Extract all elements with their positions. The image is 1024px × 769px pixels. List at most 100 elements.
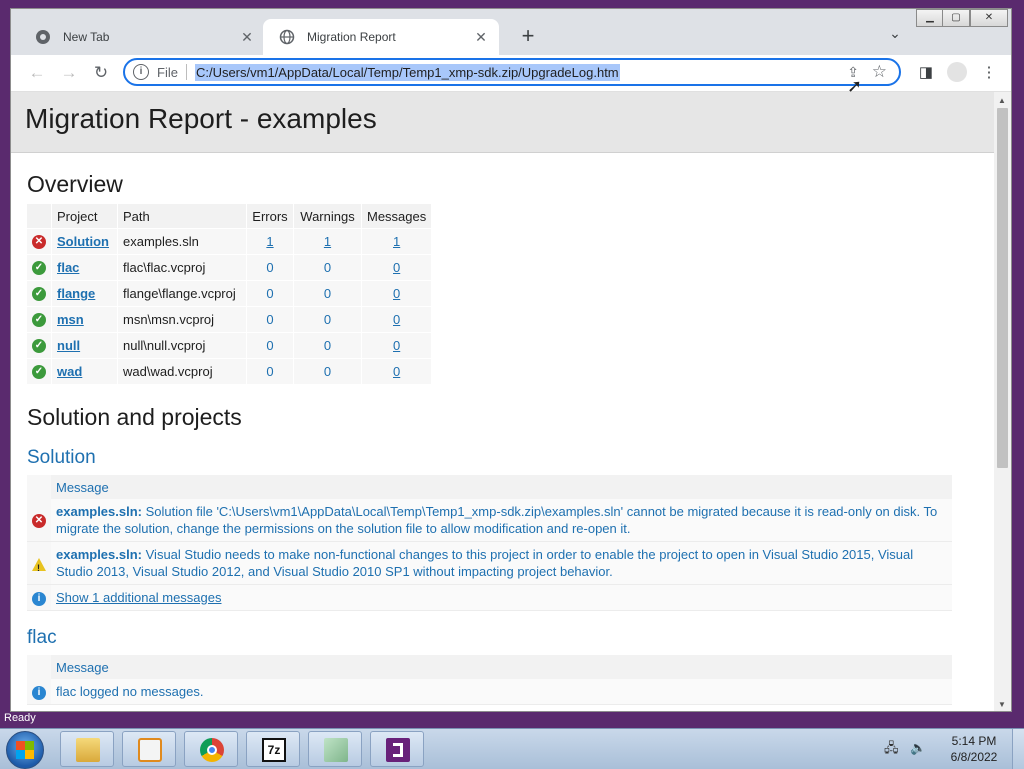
scroll-up-arrow-icon[interactable]: ▲ — [998, 96, 1006, 105]
back-arrow-icon[interactable]: ← — [25, 61, 49, 85]
project-link[interactable]: msn — [57, 312, 84, 327]
column-header: Messages — [361, 204, 432, 229]
window-close-button[interactable]: ✕ — [970, 9, 1008, 27]
media-player-icon — [138, 738, 162, 762]
windows-logo-icon-lower — [16, 750, 34, 759]
taskbar-chrome-button[interactable] — [184, 731, 238, 767]
project-link[interactable]: Solution — [57, 234, 109, 249]
show-desktop-button[interactable] — [1012, 729, 1024, 769]
visual-studio-icon — [386, 738, 410, 762]
new-tab-button[interactable]: + — [514, 23, 542, 51]
path-cell: flange\flange.vcproj — [117, 280, 247, 307]
divider — [185, 64, 187, 80]
info-icon[interactable]: i — [133, 64, 149, 80]
chevron-down-icon[interactable]: ⌄ — [883, 25, 907, 49]
project-link[interactable]: wad — [57, 364, 82, 379]
warnings-count: 0 — [323, 364, 332, 379]
warnings-count: 0 — [323, 338, 332, 353]
maximize-button[interactable]: ▢ — [942, 9, 970, 27]
column-header: Warnings — [293, 204, 362, 229]
clock-date: 6/8/2022 — [950, 750, 998, 764]
flac-messages-table: Message i flac logged no messages. — [27, 655, 952, 705]
close-icon[interactable]: ✕ — [239, 29, 255, 46]
table-row: ✓ wad wad\wad.vcproj 0 0 0 — [27, 358, 432, 384]
messages-count-link[interactable]: 0 — [393, 338, 400, 353]
tab-title: New Tab — [63, 30, 110, 44]
solution-projects-heading: Solution and projects — [27, 404, 242, 430]
messages-count-link[interactable]: 0 — [393, 260, 400, 275]
path-cell: msn\msn.vcproj — [117, 306, 247, 333]
checkmark-icon: ✓ — [32, 287, 46, 302]
project-link[interactable]: flac — [57, 260, 79, 275]
message-cell: examples.sln: Solution file 'C:\Users\vm… — [51, 499, 952, 542]
url-text[interactable]: C:/Users/vm1/AppData/Local/Temp/Temp1_xm… — [194, 63, 620, 81]
table-header-row: Project Path Errors Warnings Messages — [27, 204, 432, 229]
messages-count-link[interactable]: 0 — [393, 312, 400, 327]
globe-icon — [279, 29, 295, 45]
table-header-row: Message — [27, 475, 952, 499]
errors-count: 0 — [266, 338, 274, 353]
section-heading-flac: flac — [27, 627, 57, 648]
errors-count: 0 — [266, 312, 274, 327]
warnings-count-link[interactable]: 1 — [324, 234, 331, 249]
solution-messages-table: Message ✕ examples.sln: Solution file 'C… — [27, 475, 952, 611]
chrome-icon — [200, 738, 224, 762]
side-panel-icon[interactable]: ◨ — [917, 63, 935, 81]
errors-count-link[interactable]: 1 — [266, 234, 273, 249]
status-column-header — [27, 475, 51, 499]
error-icon: ✕ — [32, 514, 46, 529]
network-icon[interactable]: 🖧 — [884, 740, 899, 755]
status-bar-text: Ready — [4, 712, 36, 724]
info-icon: i — [32, 685, 46, 700]
vertical-scrollbar[interactable]: ▲ ▼ — [994, 92, 1011, 711]
warnings-count: 0 — [323, 286, 332, 301]
clock-time: 5:14 PM — [951, 734, 997, 748]
checkmark-icon: ✓ — [32, 261, 46, 276]
column-header: Project — [51, 204, 118, 229]
system-tray[interactable]: 🖧 🔈 — [884, 739, 926, 761]
forward-arrow-icon[interactable]: → — [57, 61, 81, 85]
warning-icon: ! — [32, 557, 46, 573]
start-button[interactable] — [6, 731, 44, 769]
tab-title: Migration Report — [307, 30, 396, 44]
clock[interactable]: 5:14 PM 6/8/2022 — [946, 733, 1002, 765]
taskbar-explorer-button[interactable] — [60, 731, 114, 767]
info-icon: i — [32, 591, 46, 606]
path-cell: null\null.vcproj — [117, 332, 247, 359]
project-link[interactable]: flange — [57, 286, 95, 301]
address-bar[interactable]: i File C:/Users/vm1/AppData/Local/Temp/T… — [123, 58, 901, 86]
warnings-count: 0 — [323, 312, 332, 327]
messages-count-link[interactable]: 1 — [393, 234, 400, 249]
message-text: Visual Studio needs to make non-function… — [56, 547, 914, 579]
column-header: Message — [51, 655, 952, 679]
scroll-down-arrow-icon[interactable]: ▼ — [998, 700, 1006, 709]
tab-new-tab[interactable]: New Tab ✕ — [19, 19, 265, 55]
profile-avatar-icon[interactable] — [947, 62, 967, 82]
errors-count: 0 — [266, 364, 274, 379]
project-link[interactable]: null — [57, 338, 80, 353]
volume-icon[interactable]: 🔈 — [910, 740, 926, 755]
taskbar-7zip-button[interactable]: 7z — [246, 731, 300, 767]
message-text: Solution file 'C:\Users\vm1\AppData\Loca… — [56, 504, 938, 536]
taskbar-visual-studio-button[interactable] — [370, 731, 424, 767]
path-cell: examples.sln — [117, 228, 247, 255]
show-additional-messages-link[interactable]: Show 1 additional messages — [56, 590, 222, 605]
messages-count-link[interactable]: 0 — [393, 286, 400, 301]
table-row: i Show 1 additional messages — [27, 584, 952, 611]
bookmark-star-icon[interactable]: ☆ — [872, 62, 887, 82]
taskbar-media-player-button[interactable] — [122, 731, 176, 767]
scrollbar-thumb[interactable] — [997, 108, 1008, 468]
overview-heading: Overview — [27, 171, 123, 197]
minimize-button[interactable]: ▁ — [916, 9, 944, 27]
reload-icon[interactable]: ↻ — [89, 61, 113, 85]
menu-kebab-icon[interactable]: ⋮ — [981, 63, 997, 81]
folder-icon — [76, 738, 100, 762]
close-icon[interactable]: ✕ — [473, 29, 489, 46]
tab-migration-report[interactable]: Migration Report ✕ — [263, 19, 499, 55]
taskbar-notepad-button[interactable] — [308, 731, 362, 767]
tab-strip: New Tab ✕ Migration Report ✕ + ⌄ ▁ ▢ ✕ — [11, 9, 1011, 55]
table-row: ✓ flac flac\flac.vcproj 0 0 0 — [27, 254, 432, 281]
page-viewport[interactable]: Migration Report - examples Overview Pro… — [11, 92, 994, 711]
messages-count-link[interactable]: 0 — [393, 364, 400, 379]
errors-count: 0 — [266, 260, 274, 275]
